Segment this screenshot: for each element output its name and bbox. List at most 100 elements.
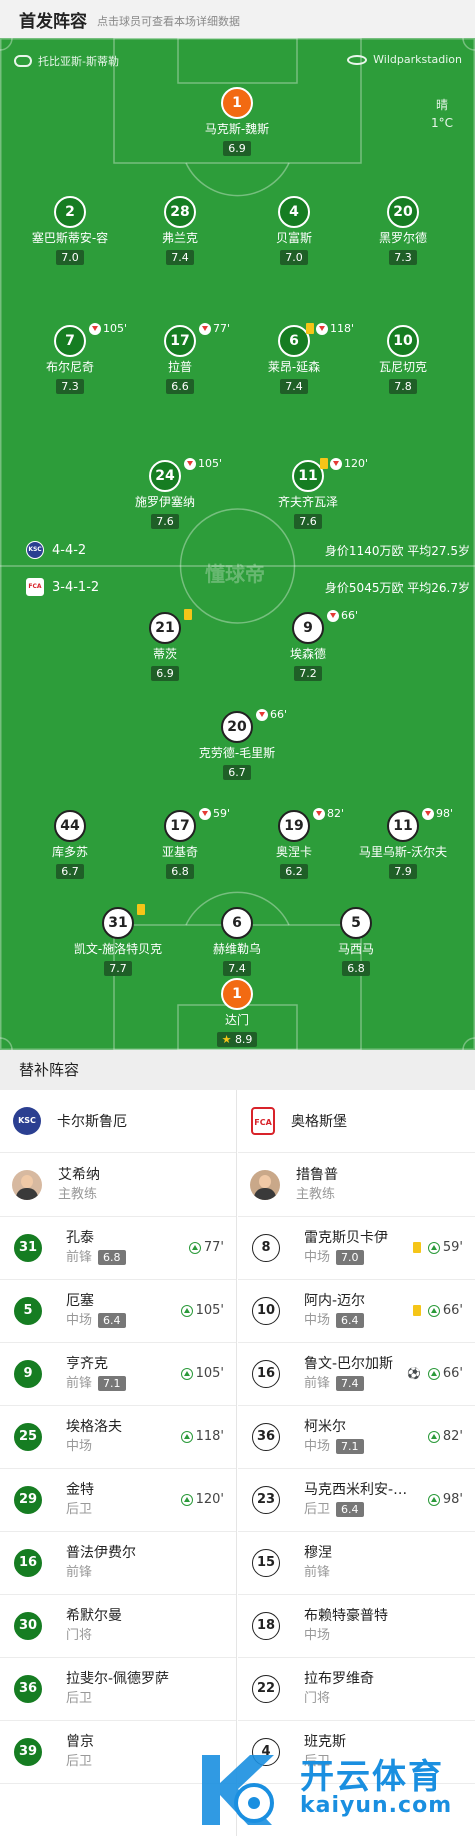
sub-in-event: 105' xyxy=(180,1366,224,1381)
sub-player-row[interactable]: 5 厄塞 中场 6.4 105' xyxy=(0,1280,236,1343)
away-team-row[interactable]: FCA 奥格斯堡 xyxy=(238,1090,475,1153)
sub-player-row[interactable]: 9 亨齐克 前锋 7.1 105' xyxy=(0,1343,236,1406)
away-player[interactable]: 11 98' 马里乌斯-沃尔夫 7.9 xyxy=(343,807,463,879)
shirt-number: 11 xyxy=(387,810,419,842)
player-rating: 6.4 xyxy=(98,1313,126,1328)
whistle-icon xyxy=(14,55,32,67)
sub-in-event: 59' xyxy=(412,1240,463,1255)
sub-out-event: 120' xyxy=(320,457,368,470)
home-player[interactable]: 1 马克斯-魏斯 6.9 xyxy=(177,87,297,156)
home-team-row[interactable]: KSC 卡尔斯鲁厄 xyxy=(0,1090,236,1153)
player-name: 贝富斯 xyxy=(275,231,312,245)
shirt-number: 10 xyxy=(252,1297,280,1325)
away-player[interactable]: 19 82' 奥涅卡 6.2 xyxy=(234,807,354,879)
sub-in-event: 77' xyxy=(188,1240,224,1255)
player-name: 拉普 xyxy=(167,360,192,374)
yellow-card-icon xyxy=(306,323,314,334)
referee-name: 托比亚斯-斯蒂勒 xyxy=(38,55,119,68)
sub-player-row[interactable]: 30 希默尔曼 门将 xyxy=(0,1595,236,1658)
away-player[interactable]: 5 马西马 6.8 xyxy=(296,907,416,976)
sub-in-event: 82' xyxy=(427,1429,463,1444)
away-value: 身价5045万欧 平均26.7岁 xyxy=(324,581,470,595)
player-name: 希默尔曼 xyxy=(66,1608,122,1624)
coach-row[interactable]: 措鲁普 主教练 xyxy=(238,1153,475,1217)
player-rating: 7.0 xyxy=(56,250,84,265)
shirt-number: 5 xyxy=(340,907,372,939)
sub-in-icon xyxy=(180,1367,193,1380)
sub-in-minute: 66' xyxy=(442,1303,463,1318)
player-position: 前锋 xyxy=(66,1376,93,1391)
player-rating: 7.3 xyxy=(56,379,84,394)
player-name: 拉斐尔-佩德罗萨 xyxy=(66,1671,170,1687)
player-rating: 7.2 xyxy=(294,666,322,681)
home-badge-icon: KSC xyxy=(26,541,44,559)
away-player[interactable]: 31 凯文-施洛特贝克 7.7 xyxy=(58,904,178,976)
away-player[interactable]: 9 66' 埃森德 7.2 xyxy=(248,609,368,681)
player-rating: 7.1 xyxy=(336,1439,364,1454)
home-value: 身价1140万欧 平均27.5岁 xyxy=(324,544,470,558)
sub-player-row[interactable]: 25 埃格洛夫 中场 118' xyxy=(0,1406,236,1469)
player-rating: 6.7 xyxy=(223,765,251,780)
player-name: 奥涅卡 xyxy=(275,845,312,859)
home-player[interactable]: 10 瓦尼切克 7.8 xyxy=(343,325,463,394)
player-rating: 7.4 xyxy=(336,1376,364,1391)
shirt-number: 36 xyxy=(252,1423,280,1451)
shirt-number: 39 xyxy=(14,1738,42,1766)
sub-player-row[interactable]: 22 拉布罗维奇 门将 xyxy=(238,1658,475,1721)
player-name: 埃森德 xyxy=(289,647,326,661)
player-rating: 7.7 xyxy=(104,961,132,976)
sub-player-row[interactable]: 15 穆涅 前锋 xyxy=(238,1532,475,1595)
sub-player-row[interactable]: 16 鲁文-巴尔加斯 前锋 7.4 ⚽ 66' xyxy=(238,1343,475,1406)
referee: 托比亚斯-斯蒂勒 xyxy=(14,53,119,69)
home-player[interactable]: 4 贝富斯 7.0 xyxy=(234,196,354,265)
goal-ball-icon: ⚽ xyxy=(407,1367,421,1380)
coach-row[interactable]: 艾希纳 主教练 xyxy=(0,1153,236,1217)
kaiyun-logo-icon xyxy=(202,1755,274,1825)
player-name: 马克斯-魏斯 xyxy=(204,122,270,136)
home-player[interactable]: 7 105' 布尔尼奇 7.3 xyxy=(10,322,130,394)
home-player[interactable]: 6 118' 莱昂-延森 7.4 xyxy=(234,322,354,394)
player-position: 后卫 xyxy=(66,1691,93,1706)
yellow-card-icon xyxy=(184,609,192,620)
player-position: 后卫 xyxy=(304,1502,331,1517)
player-rating: 6.2 xyxy=(280,864,308,879)
sub-in-icon xyxy=(188,1241,201,1254)
away-player[interactable]: 6 赫维勒乌 7.4 xyxy=(177,907,297,976)
sub-player-row[interactable]: 23 马克西米利安-鲍尔 后卫 6.4 98' xyxy=(238,1469,475,1532)
star-icon: ★ xyxy=(221,1033,232,1046)
away-player[interactable]: 1 达门 ★ 8.9 xyxy=(177,978,297,1047)
sub-in-icon xyxy=(180,1430,193,1443)
sub-player-row[interactable]: 8 雷克斯贝卡伊 中场 7.0 59' xyxy=(238,1217,475,1280)
player-name: 马克西米利安-鲍尔 xyxy=(304,1482,419,1498)
sub-in-minute: 77' xyxy=(203,1240,224,1255)
sub-player-row[interactable]: 36 柯米尔 中场 7.1 82' xyxy=(238,1406,475,1469)
weather-temperature: 1°C xyxy=(430,116,453,130)
home-player[interactable]: 20 黑罗尔德 7.3 xyxy=(343,196,463,265)
sub-player-row[interactable]: 31 孔泰 前锋 6.8 77' xyxy=(0,1217,236,1280)
away-player[interactable]: 20 66' 克劳德-毛里斯 6.7 xyxy=(177,708,297,780)
player-position: 中场 xyxy=(304,1313,331,1328)
home-player[interactable]: 28 弗兰克 7.4 xyxy=(120,196,240,265)
sub-player-row[interactable]: 18 布赖特豪普特 中场 xyxy=(238,1595,475,1658)
shirt-number: 10 xyxy=(387,325,419,357)
sub-player-row[interactable]: 10 阿内-迈尔 中场 6.4 66' xyxy=(238,1280,475,1343)
shirt-number: 44 xyxy=(54,810,86,842)
player-name: 克劳德-毛里斯 xyxy=(198,746,276,760)
away-player[interactable]: 17 59' 亚基奇 6.8 xyxy=(120,807,240,879)
sub-player-row[interactable]: 16 普法伊费尔 前锋 xyxy=(0,1532,236,1595)
away-player[interactable]: 21 蒂茨 6.9 xyxy=(105,609,225,681)
home-player[interactable]: 2 塞巴斯蒂安-容 7.0 xyxy=(10,196,130,265)
player-rating: 6.4 xyxy=(336,1313,364,1328)
home-player[interactable]: 17 77' 拉普 6.6 xyxy=(120,322,240,394)
player-position: 中场 xyxy=(304,1439,331,1454)
away-player[interactable]: 44 库多苏 6.7 xyxy=(10,810,130,879)
sub-out-icon xyxy=(330,457,342,470)
sub-player-row[interactable]: 36 拉斐尔-佩德罗萨 后卫 xyxy=(0,1658,236,1721)
player-name: 曾京 xyxy=(66,1734,94,1750)
home-player[interactable]: 11 120' 齐夫齐瓦泽 7.6 xyxy=(248,457,368,529)
sub-player-row[interactable]: 29 金特 后卫 120' xyxy=(0,1469,236,1532)
home-player[interactable]: 24 105' 施罗伊塞纳 7.6 xyxy=(105,457,225,529)
away-subs: FCA 奥格斯堡 措鲁普 主教练 8 雷克斯贝卡伊 中场 7.0 59' 10 阿内-迈尔中… xyxy=(238,1090,475,1836)
player-rating: 7.4 xyxy=(166,250,194,265)
ksc-logo-icon: KSC xyxy=(13,1107,41,1135)
